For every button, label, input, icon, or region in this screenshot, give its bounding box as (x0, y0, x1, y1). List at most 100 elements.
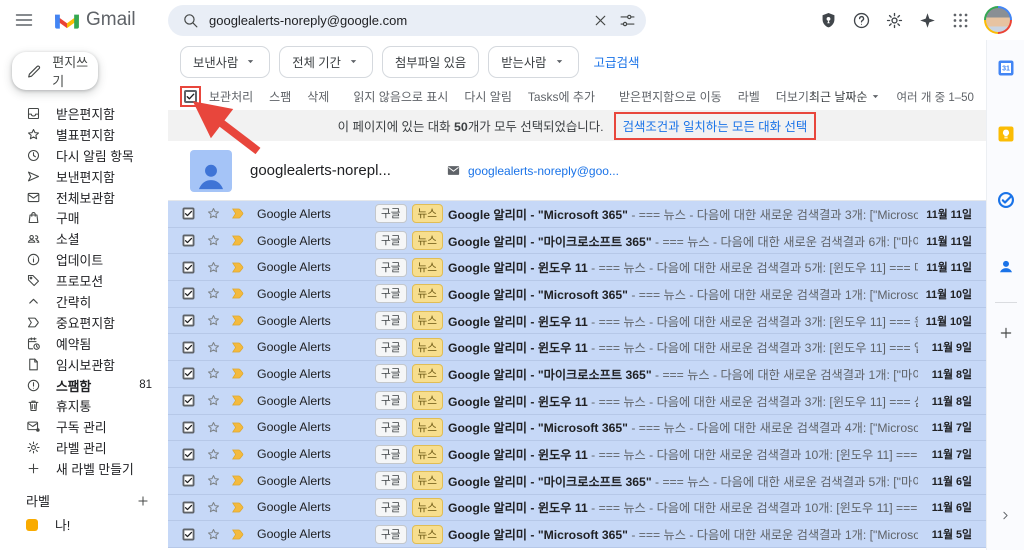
gemini-sparkle-icon[interactable] (918, 11, 937, 30)
select-all-matching-link[interactable]: 검색조건과 일치하는 모든 대화 선택 (623, 120, 808, 134)
filter-chip[interactable]: 첨부파일 있음 (382, 46, 479, 78)
label-chip-google[interactable]: 구글 (375, 284, 407, 303)
sidebar-item[interactable]: 중요편지함 (0, 312, 168, 333)
row-checkbox[interactable] (183, 368, 195, 380)
sidebar-item[interactable]: 받은편지함 (0, 103, 168, 124)
filter-chip[interactable]: 받는사람 (488, 46, 578, 78)
hide-side-panel-icon[interactable] (999, 509, 1012, 522)
label-chip-news[interactable]: 뉴스 (412, 445, 444, 464)
label-chip-google[interactable]: 구글 (375, 525, 407, 544)
importance-marker-icon[interactable] (230, 448, 247, 461)
label-chip-news[interactable]: 뉴스 (412, 311, 444, 330)
label-chip-google[interactable]: 구글 (375, 364, 407, 383)
label-chip-google[interactable]: 구글 (375, 471, 407, 490)
label-chip-news[interactable]: 뉴스 (412, 364, 444, 383)
importance-marker-icon[interactable] (230, 394, 247, 407)
star-icon[interactable] (206, 206, 221, 221)
importance-marker-icon[interactable] (230, 314, 247, 327)
row-checkbox[interactable] (183, 475, 195, 487)
sidebar-item[interactable]: 예약됨 (0, 333, 168, 354)
protection-shield-icon[interactable] (819, 11, 838, 30)
email-row[interactable]: Google Alerts 구글 뉴스 Google 알리미 - "Micros… (168, 415, 986, 442)
importance-marker-icon[interactable] (230, 421, 247, 434)
sender-email-link[interactable]: googlealerts-noreply@goo... (468, 164, 619, 178)
label-chip-news[interactable]: 뉴스 (412, 525, 444, 544)
help-icon[interactable] (852, 11, 871, 30)
row-checkbox[interactable] (183, 528, 195, 540)
label-chip-google[interactable]: 구글 (375, 498, 407, 517)
filter-chip[interactable]: 전체 기간 (279, 46, 373, 78)
label-chip-google[interactable]: 구글 (375, 258, 407, 277)
email-row[interactable]: Google Alerts 구글 뉴스 Google 알리미 - 윈도우 11 … (168, 254, 986, 281)
label-chip-news[interactable]: 뉴스 (412, 471, 444, 490)
importance-marker-icon[interactable] (230, 528, 247, 541)
star-icon[interactable] (206, 527, 221, 542)
sidebar-item[interactable]: 새 라벨 만들기 (0, 458, 168, 479)
search-icon[interactable] (182, 12, 199, 29)
apps-grid-icon[interactable] (951, 11, 970, 30)
label-chip-news[interactable]: 뉴스 (412, 204, 444, 223)
star-icon[interactable] (206, 340, 221, 355)
toolbar-action[interactable]: 받은편지함으로 이동 (619, 88, 722, 105)
keep-icon[interactable] (996, 124, 1016, 144)
sidebar-item[interactable]: 라벨 관리 (0, 437, 168, 458)
toolbar-action[interactable]: 스팸 (269, 88, 291, 105)
importance-marker-icon[interactable] (230, 261, 247, 274)
importance-marker-icon[interactable] (230, 207, 247, 220)
calendar-icon[interactable]: 31 (996, 58, 1016, 78)
toolbar-action[interactable]: 다시 알림 (464, 88, 512, 105)
toolbar-action[interactable]: 더보기 (776, 88, 809, 105)
email-row[interactable]: Google Alerts 구글 뉴스 Google 알리미 - 윈도우 11 … (168, 495, 986, 522)
label-chip-news[interactable]: 뉴스 (412, 338, 444, 357)
star-icon[interactable] (206, 393, 221, 408)
sidebar-item[interactable]: 다시 알림 항목 (0, 145, 168, 166)
label-chip-google[interactable]: 구글 (375, 391, 407, 410)
row-checkbox[interactable] (183, 341, 195, 353)
star-icon[interactable] (206, 286, 221, 301)
label-item-me[interactable]: 나! (0, 514, 168, 535)
importance-marker-icon[interactable] (230, 234, 247, 247)
email-row[interactable]: Google Alerts 구글 뉴스 Google 알리미 - 윈도우 11 … (168, 308, 986, 335)
email-row[interactable]: Google Alerts 구글 뉴스 Google 알리미 - "Micros… (168, 201, 986, 228)
tasks-icon[interactable] (996, 190, 1016, 210)
label-chip-google[interactable]: 구글 (375, 418, 407, 437)
star-icon[interactable] (206, 473, 221, 488)
filter-chip[interactable]: 보낸사람 (180, 46, 270, 78)
label-chip-news[interactable]: 뉴스 (412, 418, 444, 437)
settings-gear-icon[interactable] (885, 11, 904, 30)
add-label-icon[interactable] (136, 494, 150, 508)
email-row[interactable]: Google Alerts 구글 뉴스 Google 알리미 - 윈도우 11 … (168, 441, 986, 468)
email-row[interactable]: Google Alerts 구글 뉴스 Google 알리미 - "마이크로소프… (168, 361, 986, 388)
sidebar-item[interactable]: 전체보관함 (0, 187, 168, 208)
star-icon[interactable] (206, 260, 221, 275)
label-chip-news[interactable]: 뉴스 (412, 391, 444, 410)
importance-marker-icon[interactable] (230, 367, 247, 380)
sender-avatar[interactable] (190, 150, 232, 192)
toolbar-action[interactable]: 보관처리 (209, 88, 253, 105)
row-checkbox[interactable] (183, 208, 195, 220)
row-checkbox[interactable] (183, 261, 195, 273)
email-row[interactable]: Google Alerts 구글 뉴스 Google 알리미 - 윈도우 11 … (168, 388, 986, 415)
row-checkbox[interactable] (183, 235, 195, 247)
row-checkbox[interactable] (183, 501, 195, 513)
email-row[interactable]: Google Alerts 구글 뉴스 Google 알리미 - "Micros… (168, 521, 986, 548)
advanced-search-link[interactable]: 고급검색 (594, 52, 640, 71)
sidebar-item[interactable]: 별표편지함 (0, 124, 168, 145)
toolbar-action[interactable]: 읽지 않음으로 표시 (353, 88, 448, 105)
contacts-icon[interactable] (996, 256, 1016, 276)
sidebar-item[interactable]: 업데이트 (0, 249, 168, 270)
sidebar-item[interactable]: 스팸함 81 (0, 375, 168, 396)
label-chip-google[interactable]: 구글 (375, 311, 407, 330)
star-icon[interactable] (206, 366, 221, 381)
row-checkbox[interactable] (183, 421, 195, 433)
importance-marker-icon[interactable] (230, 341, 247, 354)
select-all-checkbox[interactable] (184, 90, 197, 103)
star-icon[interactable] (206, 500, 221, 515)
label-chip-news[interactable]: 뉴스 (412, 258, 444, 277)
clear-search-icon[interactable] (592, 12, 609, 29)
toolbar-action[interactable]: 삭제 (307, 88, 329, 105)
importance-marker-icon[interactable] (230, 287, 247, 300)
label-chip-news[interactable]: 뉴스 (412, 231, 444, 250)
main-menu-icon[interactable] (14, 10, 34, 30)
row-checkbox[interactable] (183, 395, 195, 407)
